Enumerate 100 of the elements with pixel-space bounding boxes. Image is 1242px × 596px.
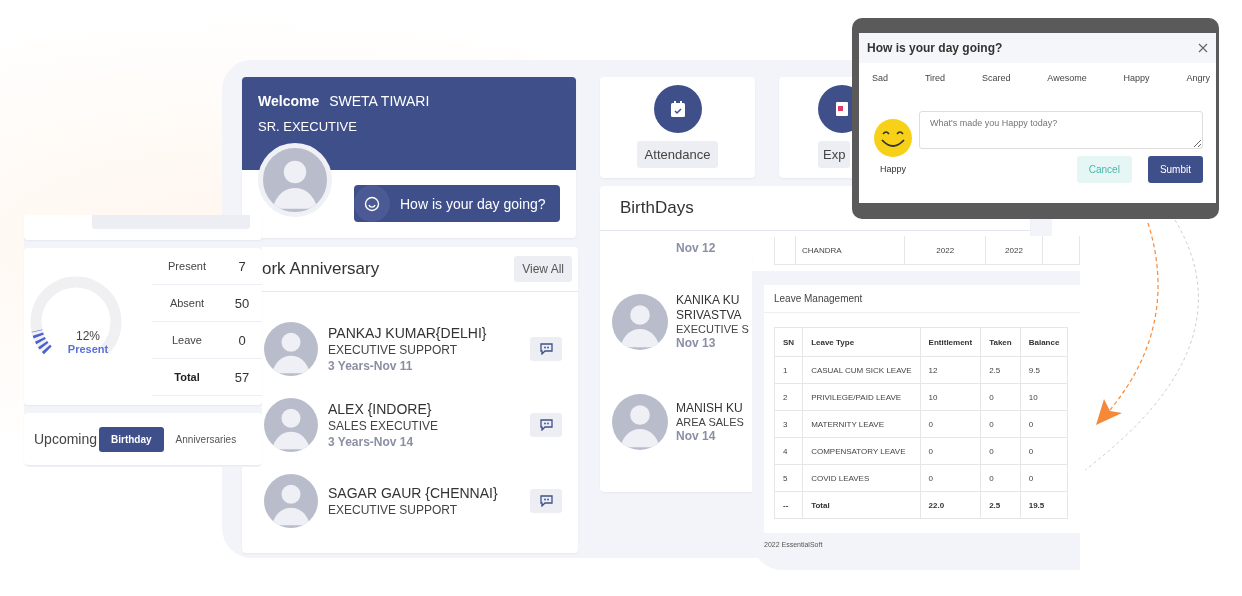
submit-button[interactable]: Sumbit [1147, 156, 1203, 183]
table-cell: 0 [980, 383, 1021, 411]
gauge-caption: Present [67, 342, 109, 355]
table-cell: 0 [1020, 464, 1068, 492]
table-cell: 1 [774, 356, 803, 384]
total-cell: 2.5 [980, 491, 1021, 519]
column-header: Leave Type [802, 327, 921, 357]
anniversary-date: 3 Years-Nov 11 [328, 359, 414, 373]
welcome-label: Welcome [258, 93, 320, 109]
mood-option[interactable]: Happy [1123, 73, 1150, 83]
birthday-date: Nov 13 [676, 336, 716, 350]
person-name: MANISH KU [676, 401, 743, 415]
user-name: SWETA TIWARI [329, 93, 430, 109]
person-role: SALES EXECUTIVE [328, 419, 440, 433]
percent-value: 12% [75, 328, 100, 343]
mood-comment-field[interactable]: What's made you Happy today? [919, 111, 1203, 149]
stat-value: 0 [237, 332, 247, 348]
chat-button[interactable] [530, 413, 562, 437]
table-cell: 3 [774, 410, 803, 438]
table-cell: 0 [1020, 437, 1068, 465]
chat-icon [539, 495, 553, 507]
table-cell: 0 [1020, 410, 1068, 438]
person-role: EXECUTIVE SUPPORT [328, 343, 459, 357]
mood-label: Happy [880, 164, 906, 174]
table-cell: 2022 [904, 236, 986, 265]
column-header: SN [774, 327, 803, 357]
avatar-placeholder [264, 398, 318, 452]
person-name: ALEX {INDORE} [328, 401, 433, 417]
total-cell: 19.5 [1020, 491, 1068, 519]
document-icon [833, 100, 851, 118]
table-cell: 2.5 [980, 356, 1021, 384]
person-role: AREA SALES [676, 416, 744, 428]
stat-label: Total [173, 371, 201, 383]
view-all-button[interactable]: View All [514, 256, 572, 282]
birthday-date: Nov 12 [676, 241, 716, 255]
table-cell: PRIVILEGE/PAID LEAVE [802, 383, 921, 411]
user-designation: SR. EXECUTIVE [258, 119, 358, 134]
table-cell: MATERNITY LEAVE [802, 410, 921, 438]
mood-option[interactable]: Angry [1186, 73, 1210, 83]
table-cell: CASUAL CUM SICK LEAVE [802, 356, 921, 384]
chat-icon [539, 419, 553, 431]
column-header: Entitlement [920, 327, 981, 357]
table-cell: 5 [774, 464, 803, 492]
card-title: Leave Management [764, 285, 1080, 313]
mood-option[interactable]: Scared [981, 73, 1011, 83]
total-cell: 22.0 [920, 491, 981, 519]
dialog-title: How is your day going? [867, 41, 1003, 55]
table-cell: COMPENSATORY LEAVE [802, 437, 921, 465]
table-cell: CHANDRA [795, 236, 905, 265]
column-header: Taken [980, 327, 1021, 357]
table-cell: COVID LEAVES [802, 464, 921, 492]
table-cell: 12 [920, 356, 981, 384]
stat-value: 50 [233, 295, 251, 311]
avatar-placeholder [264, 474, 318, 528]
mood-option[interactable]: Tired [924, 73, 946, 83]
mood-option[interactable]: Sad [872, 73, 888, 83]
table-cell: 0 [980, 410, 1021, 438]
stat-label: Leave [171, 334, 203, 346]
table-cell: 2022 [985, 236, 1043, 265]
mood-button[interactable]: How is your day going? [354, 185, 560, 222]
table-cell: 0 [980, 437, 1021, 465]
tab[interactable]: Anniversaries [163, 426, 249, 452]
quick-link-button[interactable]: Exp [818, 141, 851, 168]
stat-label: Absent [168, 297, 206, 309]
smiley-icon [364, 195, 380, 212]
table-cell: 10 [1020, 383, 1068, 411]
table-cell: 0 [920, 464, 981, 492]
person-name: SRIVASTVA [676, 308, 742, 322]
column-header: Balance [1020, 327, 1068, 357]
close-icon[interactable] [1198, 43, 1208, 53]
quick-link-button[interactable]: Attendance [636, 141, 719, 168]
avatar-placeholder [264, 322, 318, 376]
chat-button[interactable] [530, 337, 562, 361]
person-name: KANIKA KU [676, 293, 740, 307]
stat-label: Present [167, 260, 207, 272]
chat-icon [539, 343, 553, 355]
card-title: BirthDays [620, 198, 694, 218]
table-cell: 9.5 [1020, 356, 1068, 384]
avatar-placeholder [612, 394, 668, 450]
person-role: EXECUTIVE S [676, 323, 749, 335]
table-cell: 0 [920, 437, 981, 465]
person-name: SAGAR GAUR {CHENNAI} [328, 485, 499, 501]
smiling-emoji-icon [873, 118, 913, 158]
birthday-date: Nov 14 [676, 429, 716, 443]
mood-option[interactable]: Awesome [1047, 73, 1087, 83]
person-role: EXECUTIVE SUPPORT [328, 503, 459, 517]
table-cell: 10 [920, 383, 981, 411]
stat-value: 7 [237, 258, 247, 274]
card-title: ork Anniversary [262, 259, 380, 279]
anniversary-date: 3 Years-Nov 14 [328, 435, 415, 449]
total-cell: Total [802, 491, 921, 519]
table-cell: 2 [774, 383, 803, 411]
table-cell: 4 [774, 437, 803, 465]
chat-button[interactable] [530, 489, 562, 513]
section-title: Upcoming [34, 431, 98, 447]
tab[interactable]: Birthday [99, 426, 164, 452]
table-cell: 0 [980, 464, 1021, 492]
stat-value: 57 [233, 369, 251, 385]
table-cell: 0 [920, 410, 981, 438]
total-cell: -- [774, 491, 803, 519]
